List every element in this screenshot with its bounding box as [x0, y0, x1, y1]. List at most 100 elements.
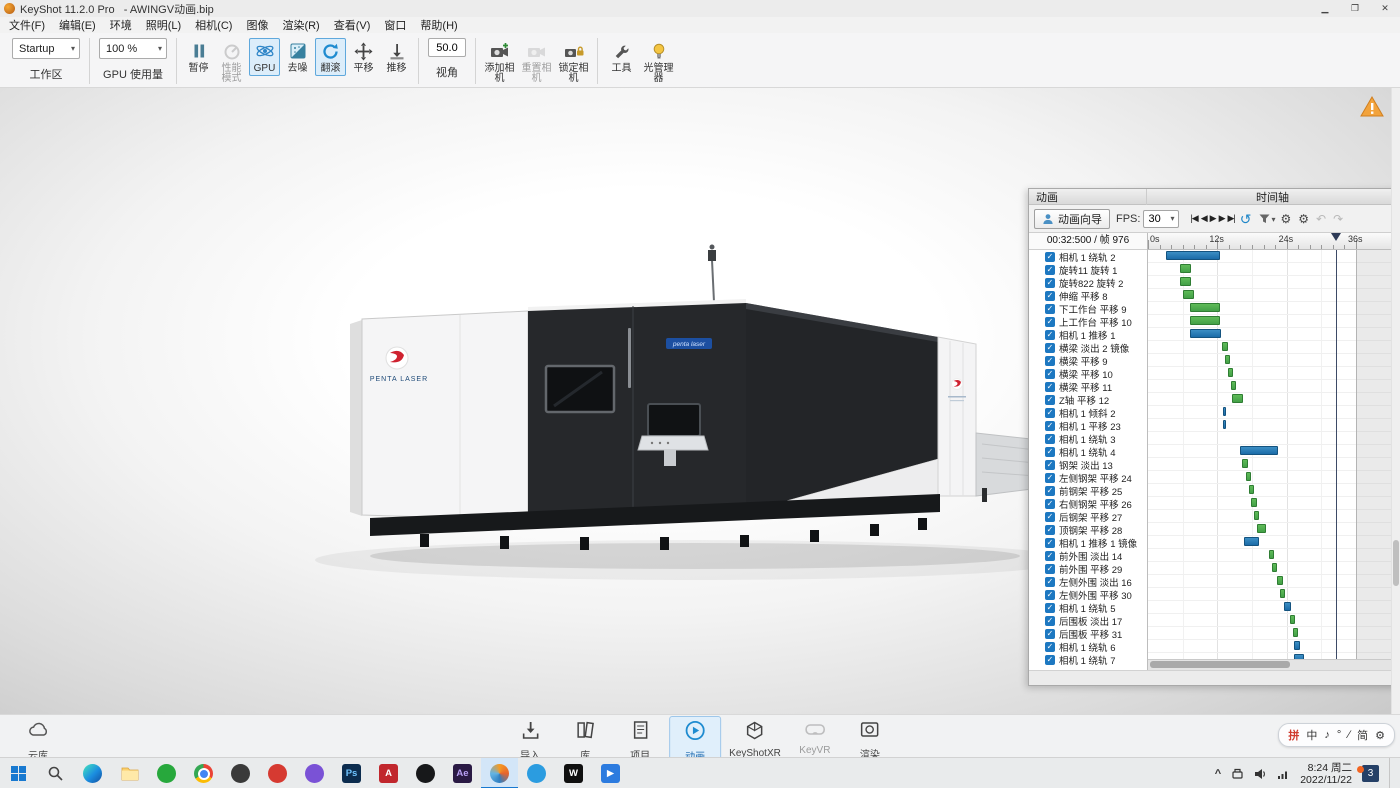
track-checkbox[interactable]: ✓ — [1045, 473, 1055, 483]
menu-item[interactable]: 编辑(E) — [52, 17, 103, 33]
gantt-bar[interactable] — [1280, 589, 1285, 598]
track-row[interactable]: ✓左侧外围 平移 30 — [1029, 588, 1147, 601]
track-checkbox[interactable]: ✓ — [1045, 421, 1055, 431]
track-checkbox[interactable]: ✓ — [1045, 525, 1055, 535]
track-checkbox[interactable]: ✓ — [1045, 291, 1055, 301]
gantt-bar[interactable] — [1223, 420, 1227, 429]
gantt-bar[interactable] — [1254, 511, 1259, 520]
notification-badge[interactable]: 3 — [1362, 765, 1379, 782]
gantt-bar[interactable] — [1246, 472, 1251, 481]
track-row[interactable]: ✓下工作台 平移 9 — [1029, 302, 1147, 315]
track-row[interactable]: ✓伸缩 平移 8 — [1029, 289, 1147, 302]
track-row[interactable]: ✓前外围 淡出 14 — [1029, 549, 1147, 562]
track-checkbox[interactable]: ✓ — [1045, 369, 1055, 379]
track-checkbox[interactable]: ✓ — [1045, 603, 1055, 613]
track-row[interactable]: ✓相机 1 推移 1 镜像 — [1029, 536, 1147, 549]
skip-end-button[interactable]: ▶| — [1226, 212, 1235, 225]
timeline-settings-icon[interactable]: ⚙ — [1279, 213, 1294, 225]
ime-glyph[interactable]: ⚙ — [1375, 729, 1385, 742]
lock-camera-button[interactable]: 锁定相机 — [556, 38, 591, 86]
track-checkbox[interactable]: ✓ — [1045, 577, 1055, 587]
light-manager-button[interactable]: 光管理器 — [641, 38, 676, 86]
track-row[interactable]: ✓相机 1 绕轨 3 — [1029, 432, 1147, 445]
taskbar-app-photoshop[interactable]: Ps — [333, 758, 370, 788]
gantt-area[interactable] — [1148, 250, 1398, 659]
track-checkbox[interactable]: ✓ — [1045, 317, 1055, 327]
timeline-options-icon[interactable]: ⚙ — [1296, 213, 1311, 225]
track-checkbox[interactable]: ✓ — [1045, 564, 1055, 574]
tools-button[interactable]: 工具 — [604, 38, 639, 76]
track-row[interactable]: ✓横梁 平移 10 — [1029, 367, 1147, 380]
track-row[interactable]: ✓右侧钢架 平移 26 — [1029, 497, 1147, 510]
gpu-usage-select[interactable]: 100 % ▾ — [99, 38, 167, 59]
track-row[interactable]: ✓相机 1 平移 23 — [1029, 419, 1147, 432]
filter-icon[interactable]: ▾ — [1259, 214, 1275, 224]
step-forward-button[interactable]: ▶ — [1218, 212, 1226, 225]
menu-item[interactable]: 环境 — [103, 17, 139, 33]
timeline-hscrollbar[interactable] — [1148, 659, 1398, 670]
track-checkbox[interactable]: ✓ — [1045, 486, 1055, 496]
track-checkbox[interactable]: ✓ — [1045, 408, 1055, 418]
warning-icon[interactable] — [1360, 96, 1384, 122]
pause-button[interactable]: 暂停 — [183, 38, 214, 76]
track-checkbox[interactable]: ✓ — [1045, 655, 1055, 665]
track-row[interactable]: ✓横梁 平移 11 — [1029, 380, 1147, 393]
menu-item[interactable]: 渲染(R) — [275, 17, 326, 33]
track-row[interactable]: ✓顶钢架 平移 28 — [1029, 523, 1147, 536]
taskbar-app-purple-app[interactable] — [296, 758, 333, 788]
ime-glyph[interactable]: ∕ — [1348, 729, 1350, 741]
gantt-bar[interactable] — [1269, 550, 1274, 559]
gantt-bar[interactable] — [1244, 537, 1259, 546]
taskbar-app-blue-tile-app[interactable]: ▶ — [592, 758, 629, 788]
track-checkbox[interactable]: ✓ — [1045, 278, 1055, 288]
gantt-bar[interactable] — [1249, 485, 1254, 494]
menu-item[interactable]: 查看(V) — [327, 17, 378, 33]
taskbar-app-green-app[interactable] — [148, 758, 185, 788]
track-row[interactable]: ✓左侧钢架 平移 24 — [1029, 471, 1147, 484]
play-button[interactable]: ▶ — [1209, 212, 1217, 225]
gantt-bar[interactable] — [1228, 368, 1233, 377]
workspace-select[interactable]: Startup ▾ — [12, 38, 80, 59]
track-row[interactable]: ✓上工作台 平移 10 — [1029, 315, 1147, 328]
gantt-bar[interactable] — [1240, 446, 1278, 455]
taskbar-app-start[interactable] — [0, 758, 37, 788]
tray-expand-icon[interactable]: ^ — [1215, 768, 1221, 780]
track-row[interactable]: ✓后钢架 平移 27 — [1029, 510, 1147, 523]
menu-item[interactable]: 窗口 — [377, 17, 413, 33]
track-row[interactable]: ✓相机 1 倾斜 2 — [1029, 406, 1147, 419]
gantt-bar[interactable] — [1257, 524, 1266, 533]
dolly-button[interactable]: 推移 — [381, 38, 412, 76]
gantt-bar[interactable] — [1277, 576, 1282, 585]
menu-item[interactable]: 文件(F) — [2, 17, 52, 33]
timeline-panel-header[interactable]: 动画 时间轴 — [1029, 189, 1398, 205]
track-row[interactable]: ✓旋转822 旋转 2 — [1029, 276, 1147, 289]
gantt-bar[interactable] — [1180, 277, 1190, 286]
track-checkbox[interactable]: ✓ — [1045, 538, 1055, 548]
taskbar-app-keyshot[interactable] — [481, 758, 518, 788]
gantt-bar[interactable] — [1190, 329, 1221, 338]
taskbar-app-dark-tile-app[interactable]: W — [555, 758, 592, 788]
taskbar-app-dark-app-2[interactable] — [407, 758, 444, 788]
track-checkbox[interactable]: ✓ — [1045, 642, 1055, 652]
viewport-scrollbar[interactable] — [1391, 88, 1400, 714]
usb-icon[interactable] — [1231, 767, 1244, 780]
network-icon[interactable] — [1277, 768, 1290, 780]
ime-glyph[interactable]: 中 — [1306, 727, 1317, 743]
gantt-bar[interactable] — [1251, 498, 1256, 507]
track-row[interactable]: ✓Z轴 平移 12 — [1029, 393, 1147, 406]
gantt-bar[interactable] — [1293, 628, 1298, 637]
taskbar-app-after-effects[interactable]: Ae — [444, 758, 481, 788]
track-checkbox[interactable]: ✓ — [1045, 499, 1055, 509]
track-checkbox[interactable]: ✓ — [1045, 551, 1055, 561]
track-row[interactable]: ✓左侧外围 淡出 16 — [1029, 575, 1147, 588]
animation-wizard-button[interactable]: 动画向导 — [1034, 209, 1110, 229]
track-row[interactable]: ✓相机 1 绕轨 7 — [1029, 653, 1147, 666]
track-checkbox[interactable]: ✓ — [1045, 356, 1055, 366]
track-checkbox[interactable]: ✓ — [1045, 460, 1055, 470]
gantt-bar[interactable] — [1190, 316, 1220, 325]
gantt-bar[interactable] — [1294, 641, 1300, 650]
loop-button[interactable]: ↺ — [1239, 213, 1253, 225]
playhead-handle[interactable] — [1331, 233, 1341, 246]
track-row[interactable]: ✓钢架 淡出 13 — [1029, 458, 1147, 471]
ime-glyph[interactable]: 拼 — [1288, 727, 1299, 743]
